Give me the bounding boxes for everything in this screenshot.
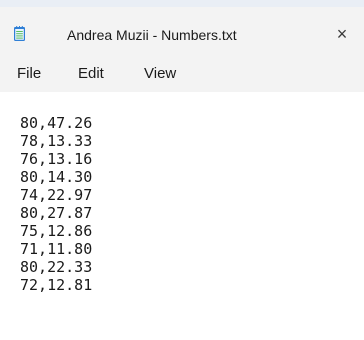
notepad-icon — [14, 26, 25, 41]
text-line: 74,22.97 — [20, 186, 93, 204]
menu-bar: File Edit View — [0, 62, 364, 92]
text-line: 75,12.86 — [20, 222, 93, 240]
close-icon: × — [336, 24, 348, 44]
title-bar: Andrea Muzii - Numbers.txt × — [0, 0, 364, 62]
menu-edit[interactable]: Edit — [78, 62, 104, 90]
text-line: 72,12.81 — [20, 276, 93, 294]
text-line: 78,13.33 — [20, 132, 93, 150]
tab-title: Andrea Muzii - Numbers.txt — [67, 27, 237, 43]
text-line: 71,11.80 — [20, 240, 93, 258]
text-line: 80,14.30 — [20, 168, 93, 186]
document-tab[interactable]: Andrea Muzii - Numbers.txt × — [0, 7, 364, 62]
notepad-icon-svg — [14, 26, 25, 41]
text-line: 76,13.16 — [20, 150, 93, 168]
menu-file[interactable]: File — [17, 62, 41, 90]
close-tab-button[interactable]: × — [331, 23, 353, 45]
text-line: 80,47.26 — [20, 114, 93, 132]
text-editor[interactable]: 80,47.26 78,13.33 76,13.16 80,14.30 74,2… — [0, 92, 364, 340]
menu-view[interactable]: View — [144, 62, 176, 90]
text-line: 80,27.87 — [20, 204, 93, 222]
text-line: 80,22.33 — [20, 258, 93, 276]
